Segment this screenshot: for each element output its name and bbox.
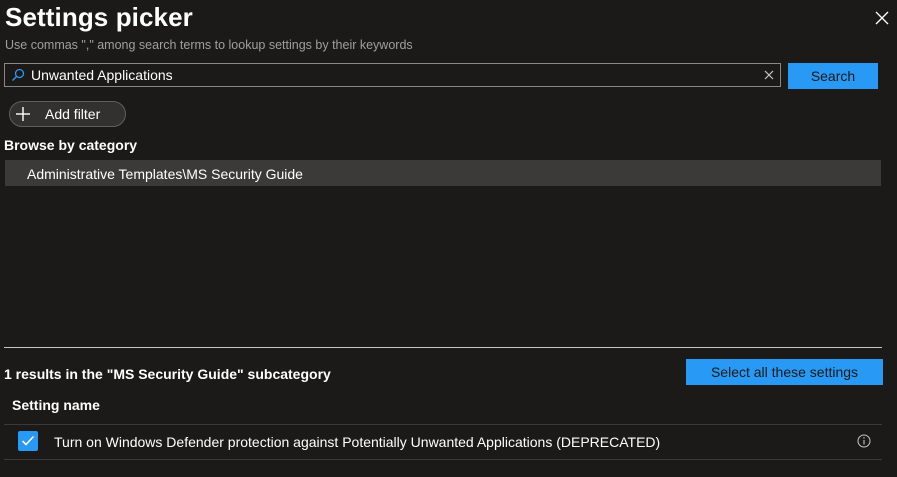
search-box — [4, 63, 781, 87]
search-icon — [12, 68, 25, 81]
search-button[interactable]: Search — [788, 63, 878, 89]
column-header-setting-name: Setting name — [12, 397, 100, 413]
category-item-label: Administrative Templates\MS Security Gui… — [27, 166, 303, 182]
select-all-settings-button[interactable]: Select all these settings — [686, 359, 883, 385]
category-item-ms-security-guide[interactable]: Administrative Templates\MS Security Gui… — [5, 160, 881, 186]
setting-name: Turn on Windows Defender protection agai… — [54, 434, 661, 450]
search-input[interactable] — [31, 65, 751, 85]
plus-icon — [16, 107, 30, 121]
clear-icon[interactable] — [763, 69, 775, 81]
browse-by-category-heading: Browse by category — [4, 137, 138, 153]
results-summary: 1 results in the "MS Security Guide" sub… — [4, 366, 331, 382]
add-filter-button[interactable]: Add filter — [9, 101, 126, 127]
close-button[interactable] — [872, 8, 892, 28]
section-divider — [4, 347, 882, 348]
row-divider — [4, 459, 882, 460]
add-filter-label: Add filter — [45, 106, 101, 122]
checkmark-icon — [21, 435, 35, 446]
close-icon — [875, 11, 889, 25]
info-icon[interactable] — [857, 434, 871, 448]
panel-title: Settings picker — [5, 2, 193, 32]
setting-checkbox[interactable] — [18, 431, 38, 451]
panel-subtitle: Use commas "," among search terms to loo… — [5, 38, 413, 52]
table-row: Turn on Windows Defender protection agai… — [4, 425, 882, 459]
settings-picker-panel: Settings picker Use commas "," among sea… — [0, 0, 897, 477]
category-list: Administrative Templates\MS Security Gui… — [5, 160, 881, 186]
